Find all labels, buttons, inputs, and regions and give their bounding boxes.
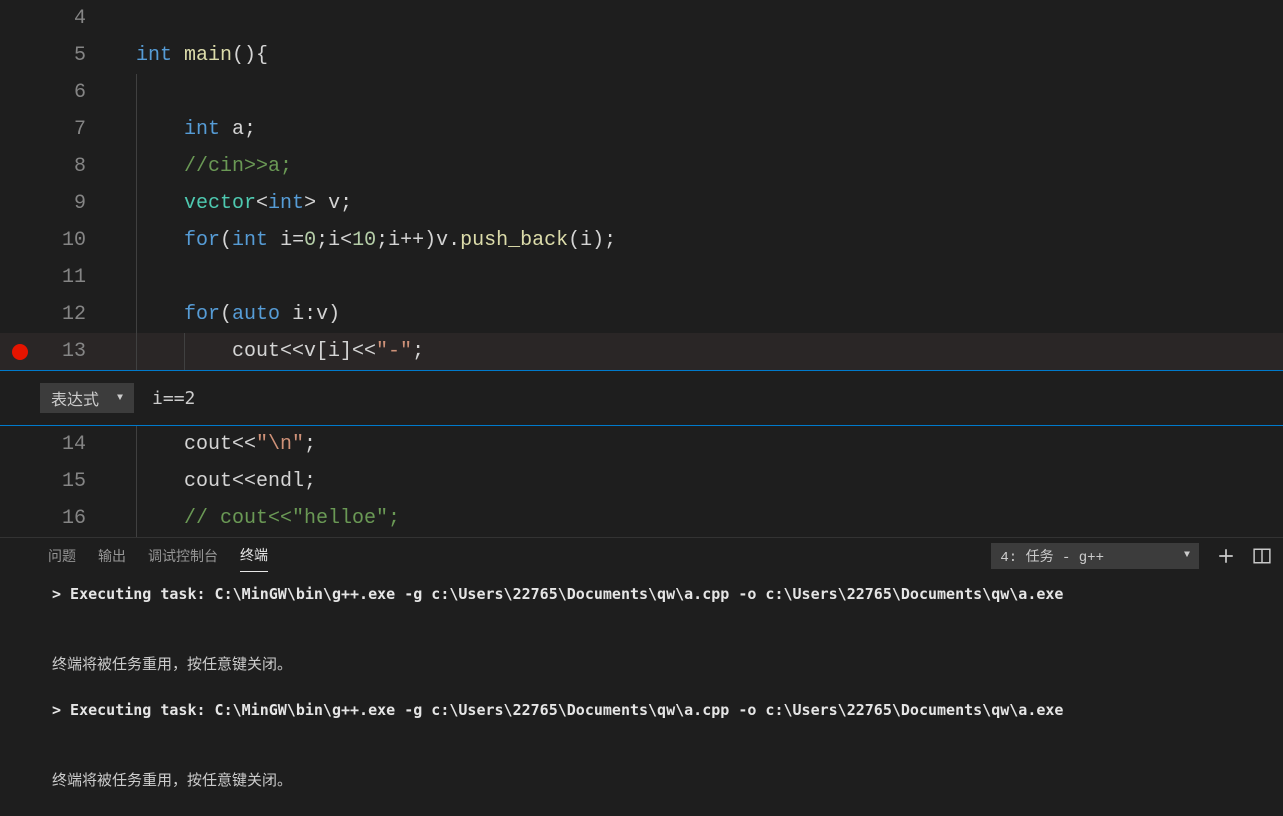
terminal-line: > Executing task: C:\MinGW\bin\g++.exe -… — [52, 699, 1283, 722]
chevron-down-icon: ▼ — [1184, 550, 1190, 561]
dropdown-label: 表达式 — [51, 386, 99, 410]
conditional-breakpoint-bar: 表达式 ▼ — [0, 370, 1283, 426]
panel-tab[interactable]: 终端 — [240, 539, 268, 572]
line-number: 12 — [40, 296, 112, 333]
code-line[interactable]: 4 — [0, 0, 1283, 37]
code-content[interactable]: int a; — [112, 111, 256, 148]
indent-guide — [136, 74, 137, 111]
code-editor-upper[interactable]: 45int main(){67 int a;8 //cin>>a;9 vecto… — [0, 0, 1283, 370]
line-number: 9 — [40, 185, 112, 222]
terminal-line: > Executing task: C:\MinGW\bin\g++.exe -… — [52, 583, 1283, 606]
code-content[interactable]: for(auto i:v) — [112, 296, 340, 333]
chevron-down-icon: ▼ — [117, 393, 123, 404]
code-line[interactable]: 14 cout<<"\n"; — [0, 426, 1283, 463]
indent-guide — [136, 111, 137, 148]
panel-tab[interactable]: 输出 — [98, 540, 126, 572]
code-content[interactable] — [112, 74, 136, 111]
code-editor-lower[interactable]: 14 cout<<"\n";15 cout<<endl;16 // cout<<… — [0, 426, 1283, 537]
condition-expression-input[interactable] — [152, 388, 552, 409]
breakpoint-gutter[interactable] — [0, 0, 40, 37]
code-content[interactable] — [112, 0, 136, 37]
code-line[interactable]: 7 int a; — [0, 111, 1283, 148]
code-content[interactable]: // cout<<"helloe"; — [112, 500, 400, 537]
code-line[interactable]: 6 — [0, 74, 1283, 111]
code-line[interactable]: 10 for(int i=0;i<10;i++)v.push_back(i); — [0, 222, 1283, 259]
indent-guide — [136, 259, 137, 296]
terminal-line: 终端将被任务重用，按任意键关闭。 — [52, 769, 1283, 792]
code-line[interactable]: 5int main(){ — [0, 37, 1283, 74]
indent-guide — [136, 222, 137, 259]
line-number: 13 — [40, 333, 112, 370]
code-line[interactable]: 11 — [0, 259, 1283, 296]
code-content[interactable]: cout<<"\n"; — [112, 426, 316, 463]
indent-guide — [136, 426, 137, 463]
terminal-line: 终端将被任务重用，按任意键关闭。 — [52, 653, 1283, 676]
indent-guide — [136, 148, 137, 185]
line-number: 14 — [40, 426, 112, 463]
code-content[interactable]: cout<<v[i]<<"-"; — [112, 333, 424, 370]
indent-guide — [136, 463, 137, 500]
breakpoint-gutter[interactable] — [0, 259, 40, 296]
line-number: 11 — [40, 259, 112, 296]
line-number: 10 — [40, 222, 112, 259]
code-content[interactable]: cout<<endl; — [112, 463, 316, 500]
code-content[interactable]: //cin>>a; — [112, 148, 292, 185]
breakpoint-gutter[interactable] — [0, 222, 40, 259]
code-content[interactable]: for(int i=0;i<10;i++)v.push_back(i); — [112, 222, 616, 259]
panel-tab[interactable]: 问题 — [48, 540, 76, 572]
line-number: 4 — [40, 0, 112, 37]
terminal-line — [52, 746, 1283, 769]
line-number: 5 — [40, 37, 112, 74]
line-number: 8 — [40, 148, 112, 185]
terminal-line — [52, 630, 1283, 653]
code-line[interactable]: 15 cout<<endl; — [0, 463, 1283, 500]
breakpoint-gutter[interactable] — [0, 463, 40, 500]
terminal-line — [52, 676, 1283, 699]
breakpoint-gutter[interactable] — [0, 426, 40, 463]
code-content[interactable]: int main(){ — [112, 37, 268, 74]
line-number: 15 — [40, 463, 112, 500]
split-terminal-icon[interactable] — [1253, 547, 1271, 565]
code-line[interactable]: 9 vector<int> v; — [0, 185, 1283, 222]
terminal-selector-dropdown[interactable]: 4: 任务 - g++ ▼ — [991, 543, 1199, 569]
breakpoint-icon[interactable] — [12, 344, 28, 360]
breakpoint-gutter[interactable] — [0, 74, 40, 111]
terminal-line — [52, 723, 1283, 746]
terminal-line — [52, 606, 1283, 629]
condition-type-dropdown[interactable]: 表达式 ▼ — [40, 383, 134, 413]
indent-guide — [184, 333, 185, 370]
indent-guide — [136, 500, 137, 537]
bottom-panel: 问题输出调试控制台终端 4: 任务 - g++ ▼ > Executing ta… — [0, 537, 1283, 816]
indent-guide — [136, 296, 137, 333]
panel-tab[interactable]: 调试控制台 — [148, 540, 218, 572]
terminal-output[interactable]: > Executing task: C:\MinGW\bin\g++.exe -… — [0, 573, 1283, 792]
terminal-selector-label: 4: 任务 - g++ — [1000, 546, 1104, 566]
code-line[interactable]: 13 cout<<v[i]<<"-"; — [0, 333, 1283, 370]
code-content[interactable] — [112, 259, 136, 296]
breakpoint-gutter[interactable] — [0, 37, 40, 74]
breakpoint-gutter[interactable] — [0, 148, 40, 185]
code-content[interactable]: vector<int> v; — [112, 185, 352, 222]
indent-guide — [136, 333, 137, 370]
code-line[interactable]: 16 // cout<<"helloe"; — [0, 500, 1283, 537]
breakpoint-gutter[interactable] — [0, 111, 40, 148]
panel-tab-bar: 问题输出调试控制台终端 4: 任务 - g++ ▼ — [0, 538, 1283, 573]
line-number: 16 — [40, 500, 112, 537]
breakpoint-gutter[interactable] — [0, 333, 40, 370]
code-line[interactable]: 8 //cin>>a; — [0, 148, 1283, 185]
line-number: 6 — [40, 74, 112, 111]
breakpoint-gutter[interactable] — [0, 185, 40, 222]
breakpoint-gutter[interactable] — [0, 500, 40, 537]
breakpoint-gutter[interactable] — [0, 296, 40, 333]
new-terminal-icon[interactable] — [1217, 547, 1235, 565]
indent-guide — [136, 185, 137, 222]
code-line[interactable]: 12 for(auto i:v) — [0, 296, 1283, 333]
line-number: 7 — [40, 111, 112, 148]
